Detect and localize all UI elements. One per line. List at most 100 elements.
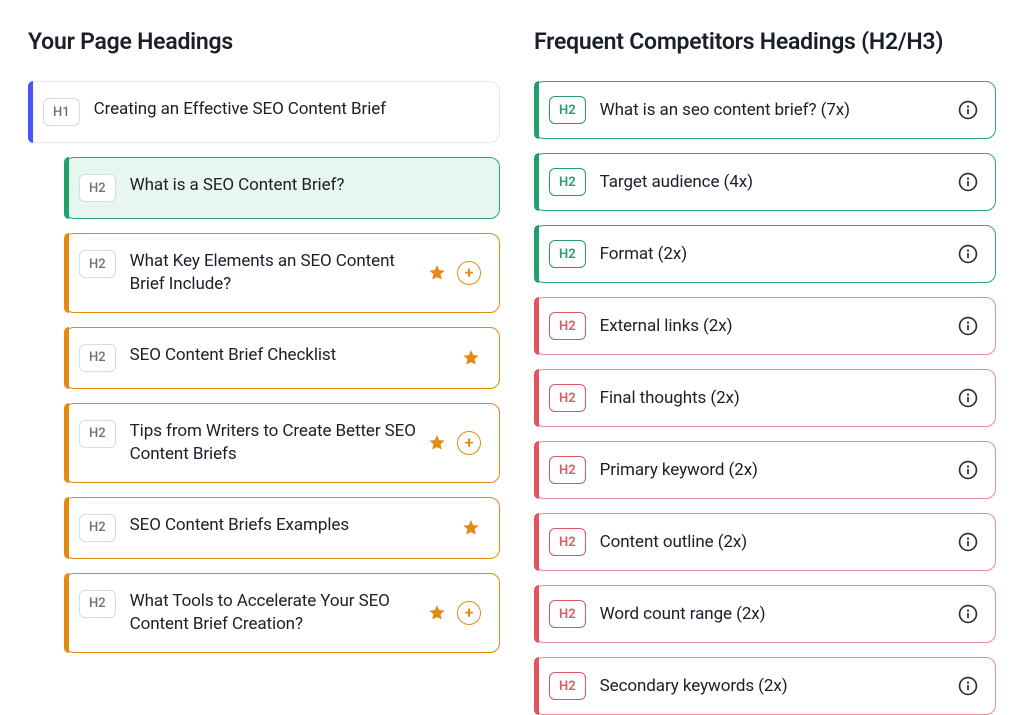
heading-level-tag: H2	[549, 384, 586, 412]
accent-bar	[534, 441, 539, 499]
competitor-headings-title: Frequent Competitors Headings (H2/H3)	[534, 28, 996, 55]
heading-level-tag: H1	[43, 98, 80, 126]
heading-level-tag: H2	[549, 96, 586, 124]
star-icon[interactable]	[461, 518, 481, 538]
competitor-headings-list: H2 What is an seo content brief? (7x) H2 Ta…	[534, 81, 996, 715]
heading-level-tag: H2	[79, 344, 116, 372]
accent-bar	[64, 327, 69, 389]
competitor-heading-card[interactable]: H2 Word count range (2x)	[534, 585, 996, 643]
accent-bar	[534, 657, 539, 715]
heading-text: What is a SEO Content Brief?	[130, 174, 481, 197]
competitor-heading-text: Final thoughts (2x)	[600, 388, 740, 408]
accent-bar	[534, 585, 539, 643]
heading-level-tag: H2	[549, 456, 586, 484]
accent-bar	[534, 369, 539, 427]
accent-bar	[64, 403, 69, 483]
heading-content: H2 What is a SEO Content Brief?	[79, 174, 481, 202]
competitor-heading-card[interactable]: H2 Content outline (2x)	[534, 513, 996, 571]
accent-bar	[28, 81, 33, 143]
heading-actions: +	[417, 431, 481, 455]
info-icon[interactable]	[957, 315, 979, 337]
heading-card[interactable]: H2 SEO Content Brief Checklist	[64, 327, 500, 389]
heading-level-tag: H2	[549, 672, 586, 700]
your-headings-list: H1 Creating an Effective SEO Content Brie…	[28, 81, 500, 653]
heading-text: SEO Content Brief Checklist	[130, 344, 451, 367]
heading-actions	[451, 348, 481, 368]
heading-content: H1 Creating an Effective SEO Content Brie…	[43, 98, 481, 126]
accent-bar	[534, 297, 539, 355]
competitor-heading-text: Format (2x)	[600, 244, 687, 264]
heading-text: Creating an Effective SEO Content Brief	[94, 98, 481, 121]
info-icon[interactable]	[957, 459, 979, 481]
competitor-heading-text: Word count range (2x)	[600, 604, 766, 624]
heading-actions: +	[417, 601, 481, 625]
heading-level-tag: H2	[549, 528, 586, 556]
heading-actions	[451, 518, 481, 538]
star-icon[interactable]	[427, 603, 447, 623]
add-icon[interactable]: +	[457, 261, 481, 285]
heading-level-tag: H2	[79, 174, 116, 202]
heading-level-tag: H2	[79, 420, 116, 448]
info-icon[interactable]	[957, 603, 979, 625]
heading-card[interactable]: H2 What Tools to Accelerate Your SEO Cont…	[64, 573, 500, 653]
heading-content: H2 What Key Elements an SEO Content Brief…	[79, 250, 417, 296]
accent-bar	[64, 573, 69, 653]
info-icon[interactable]	[957, 531, 979, 553]
heading-card[interactable]: H2 What is a SEO Content Brief?	[64, 157, 500, 219]
heading-actions: +	[417, 261, 481, 285]
accent-bar	[534, 513, 539, 571]
heading-card[interactable]: H2 What Key Elements an SEO Content Brief…	[64, 233, 500, 313]
competitor-heading-text: Secondary keywords (2x)	[600, 676, 788, 696]
accent-bar	[534, 225, 539, 283]
your-headings-column: Your Page Headings H1 Creating an Effecti…	[28, 24, 500, 664]
competitor-heading-card[interactable]: H2 External links (2x)	[534, 297, 996, 355]
heading-level-tag: H2	[549, 240, 586, 268]
accent-bar	[64, 497, 69, 559]
heading-level-tag: H2	[79, 514, 116, 542]
info-icon[interactable]	[957, 675, 979, 697]
heading-content: H2 What Tools to Accelerate Your SEO Cont…	[79, 590, 417, 636]
accent-bar	[534, 153, 539, 211]
competitor-heading-card[interactable]: H2 Format (2x)	[534, 225, 996, 283]
heading-level-tag: H2	[79, 250, 116, 278]
your-headings-title: Your Page Headings	[28, 28, 500, 55]
heading-card[interactable]: H1 Creating an Effective SEO Content Brie…	[28, 81, 500, 143]
accent-bar	[64, 233, 69, 313]
star-icon[interactable]	[427, 263, 447, 283]
heading-level-tag: H2	[549, 600, 586, 628]
heading-content: H2 Tips from Writers to Create Better SEO…	[79, 420, 417, 466]
competitor-heading-card[interactable]: H2 Final thoughts (2x)	[534, 369, 996, 427]
competitor-heading-text: Target audience (4x)	[600, 172, 753, 192]
heading-card[interactable]: H2 Tips from Writers to Create Better SEO…	[64, 403, 500, 483]
accent-bar	[534, 81, 539, 139]
info-icon[interactable]	[957, 171, 979, 193]
accent-bar	[64, 157, 69, 219]
info-icon[interactable]	[957, 243, 979, 265]
heading-level-tag: H2	[79, 590, 116, 618]
star-icon[interactable]	[427, 433, 447, 453]
page: Your Page Headings H1 Creating an Effecti…	[0, 0, 1024, 664]
add-icon[interactable]: +	[457, 431, 481, 455]
heading-level-tag: H2	[549, 312, 586, 340]
competitor-heading-text: What is an seo content brief? (7x)	[600, 100, 850, 120]
star-icon[interactable]	[461, 348, 481, 368]
competitor-heading-text: Primary keyword (2x)	[600, 460, 758, 480]
heading-text: What Tools to Accelerate Your SEO Conten…	[130, 590, 417, 636]
heading-text: Tips from Writers to Create Better SEO C…	[130, 420, 417, 466]
heading-level-tag: H2	[549, 168, 586, 196]
competitor-heading-card[interactable]: H2 What is an seo content brief? (7x)	[534, 81, 996, 139]
info-icon[interactable]	[957, 99, 979, 121]
heading-content: H2 SEO Content Briefs Examples	[79, 514, 451, 542]
heading-card[interactable]: H2 SEO Content Briefs Examples	[64, 497, 500, 559]
add-icon[interactable]: +	[457, 601, 481, 625]
competitor-heading-text: External links (2x)	[600, 316, 733, 336]
competitor-heading-card[interactable]: H2 Primary keyword (2x)	[534, 441, 996, 499]
heading-text: SEO Content Briefs Examples	[130, 514, 451, 537]
info-icon[interactable]	[957, 387, 979, 409]
competitor-heading-card[interactable]: H2 Secondary keywords (2x)	[534, 657, 996, 715]
competitor-heading-text: Content outline (2x)	[600, 532, 747, 552]
heading-content: H2 SEO Content Brief Checklist	[79, 344, 451, 372]
heading-text: What Key Elements an SEO Content Brief I…	[130, 250, 417, 296]
competitor-heading-card[interactable]: H2 Target audience (4x)	[534, 153, 996, 211]
competitor-headings-column: Frequent Competitors Headings (H2/H3) H2…	[534, 24, 996, 664]
